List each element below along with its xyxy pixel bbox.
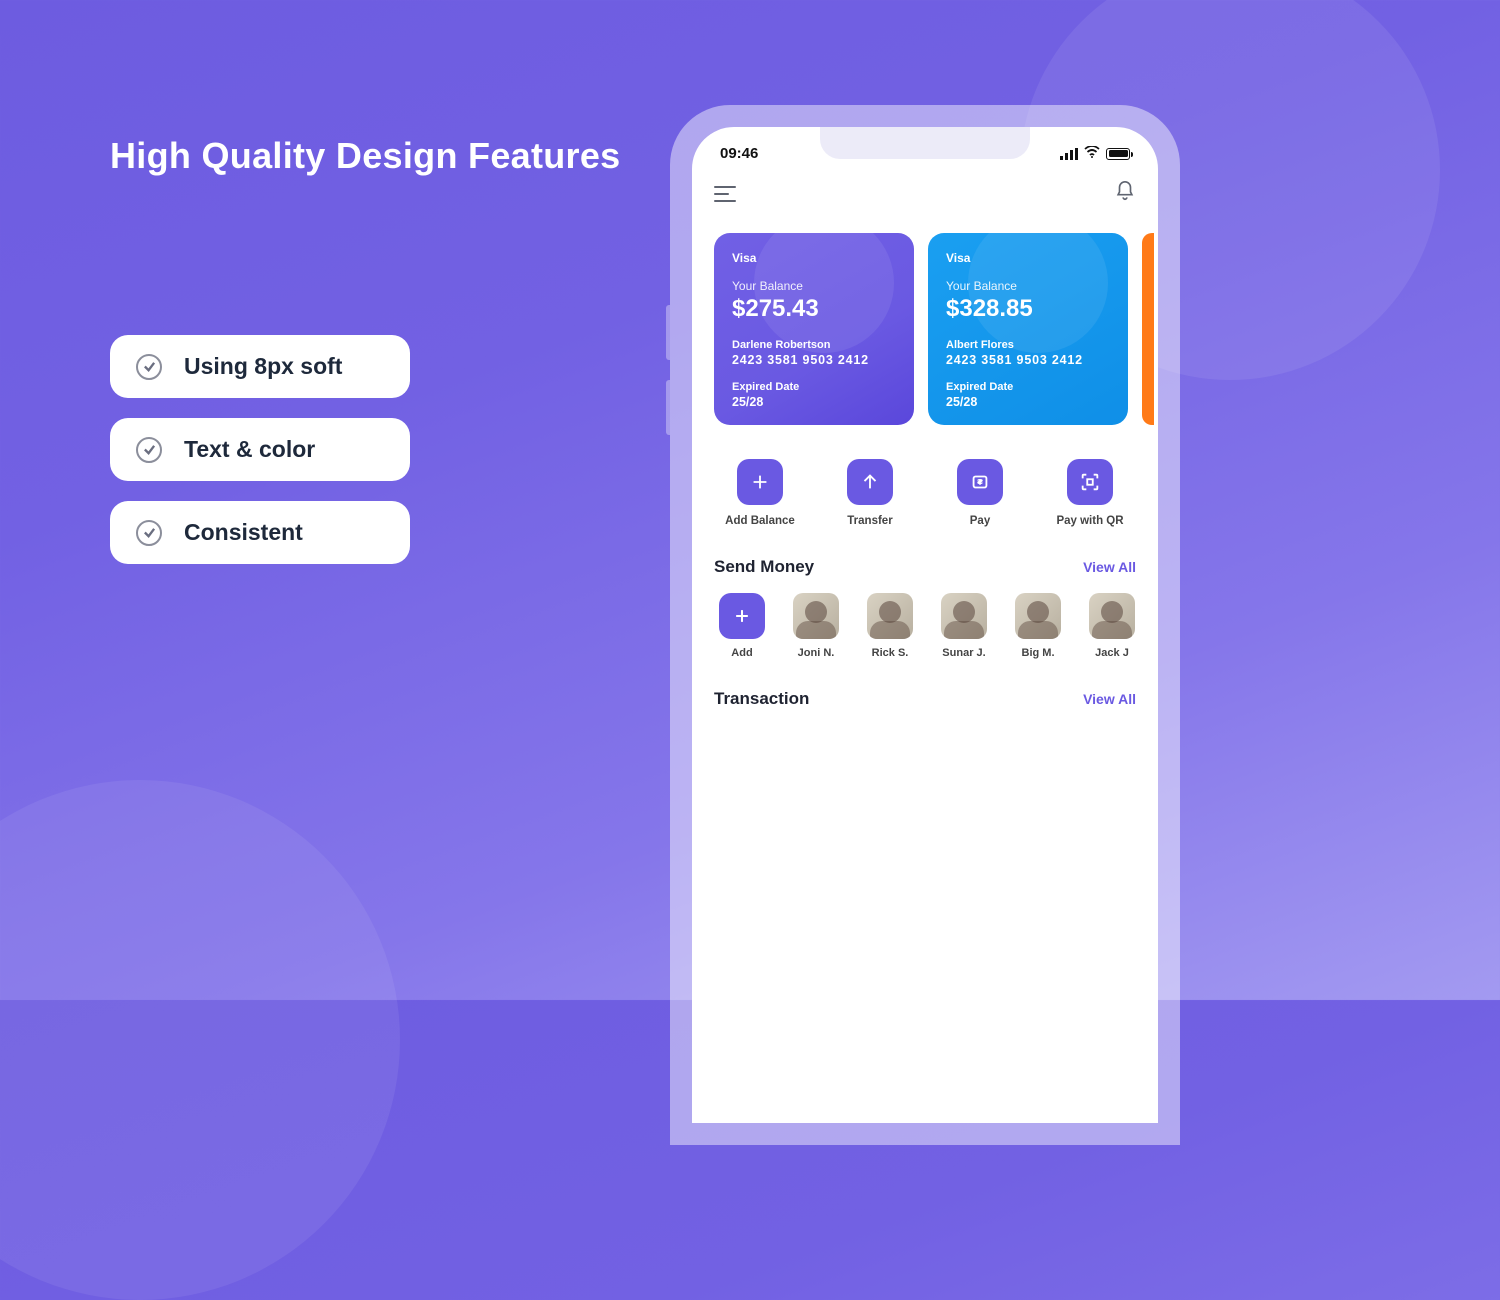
pay-qr-button[interactable]: Pay with QR [1048, 459, 1132, 527]
contact-name: Jack J [1095, 647, 1129, 659]
send-money-list[interactable]: Add Joni N. Rick S. Sunar J. Big M. Jack… [714, 593, 1136, 659]
contact-name: Big M. [1022, 647, 1055, 659]
cards-carousel[interactable]: Visa Your Balance $275.43 Darlene Robert… [714, 233, 1136, 425]
feature-label: Consistent [184, 519, 303, 546]
feature-label: Text & color [184, 436, 315, 463]
battery-icon [1106, 148, 1130, 160]
contact-item[interactable]: Sunar J. [936, 593, 992, 659]
avatar [1015, 593, 1061, 639]
avatar [941, 593, 987, 639]
expired-value: 25/28 [732, 395, 896, 409]
pay-button[interactable]: Pay [938, 459, 1022, 527]
phone-screen: 09:46 Visa Your Balance $275.43 [692, 127, 1158, 1123]
feature-item: Using 8px soft [110, 335, 410, 398]
check-circle-icon [136, 520, 162, 546]
plus-icon [737, 459, 783, 505]
contact-item[interactable]: Big M. [1010, 593, 1066, 659]
avatar [793, 593, 839, 639]
add-balance-button[interactable]: Add Balance [718, 459, 802, 527]
expired-label: Expired Date [732, 381, 896, 393]
card-brand: Visa [946, 251, 1110, 265]
balance-label: Your Balance [732, 279, 896, 293]
contact-name: Sunar J. [942, 647, 985, 659]
card-brand: Visa [732, 251, 896, 265]
page-title: High Quality Design Features [110, 135, 621, 177]
feature-list: Using 8px soft Text & color Consistent [110, 335, 410, 564]
contact-item[interactable]: Rick S. [862, 593, 918, 659]
expired-label: Expired Date [946, 381, 1110, 393]
avatar [867, 593, 913, 639]
bg-decoration [0, 780, 400, 1300]
feature-label: Using 8px soft [184, 353, 342, 380]
check-circle-icon [136, 437, 162, 463]
status-icons [1060, 145, 1130, 162]
contact-name: Joni N. [798, 647, 835, 659]
status-time: 09:46 [720, 145, 758, 162]
payment-card[interactable]: Visa Your Balance $328.85 Albert Flores … [928, 233, 1128, 425]
feature-item: Consistent [110, 501, 410, 564]
payment-card[interactable]: Visa Your Balance $275.43 Darlene Robert… [714, 233, 914, 425]
action-label: Add Balance [725, 515, 795, 527]
transfer-button[interactable]: Transfer [828, 459, 912, 527]
arrow-up-icon [847, 459, 893, 505]
signal-icon [1060, 148, 1078, 160]
add-contact-button[interactable]: Add [714, 593, 770, 659]
balance-value: $328.85 [946, 295, 1110, 323]
money-icon [957, 459, 1003, 505]
send-money-title: Send Money [714, 557, 814, 577]
expired-value: 25/28 [946, 395, 1110, 409]
transaction-title: Transaction [714, 689, 809, 709]
balance-label: Your Balance [946, 279, 1110, 293]
feature-item: Text & color [110, 418, 410, 481]
contact-name: Add [731, 647, 752, 659]
card-number: 2423 3581 9503 2412 [732, 353, 896, 367]
wifi-icon [1084, 145, 1100, 162]
card-number: 2423 3581 9503 2412 [946, 353, 1110, 367]
phone-mockup: 09:46 Visa Your Balance $275.43 [670, 105, 1180, 1145]
balance-value: $275.43 [732, 295, 896, 323]
card-holder: Darlene Robertson [732, 339, 896, 351]
contact-name: Rick S. [872, 647, 909, 659]
plus-icon [719, 593, 765, 639]
action-label: Pay with QR [1056, 515, 1123, 527]
phone-notch [820, 127, 1030, 159]
menu-icon[interactable] [714, 186, 736, 202]
send-money-view-all-link[interactable]: View All [1083, 559, 1136, 575]
quick-actions: Add Balance Transfer Pay Pay with QR [714, 459, 1136, 557]
contact-item[interactable]: Joni N. [788, 593, 844, 659]
avatar [1089, 593, 1135, 639]
action-label: Pay [970, 515, 990, 527]
contact-item[interactable]: Jack J [1084, 593, 1140, 659]
transaction-view-all-link[interactable]: View All [1083, 691, 1136, 707]
payment-card-peek[interactable] [1142, 233, 1154, 425]
qr-icon [1067, 459, 1113, 505]
action-label: Transfer [847, 515, 892, 527]
card-holder: Albert Flores [946, 339, 1110, 351]
notifications-icon[interactable] [1114, 180, 1136, 207]
check-circle-icon [136, 354, 162, 380]
